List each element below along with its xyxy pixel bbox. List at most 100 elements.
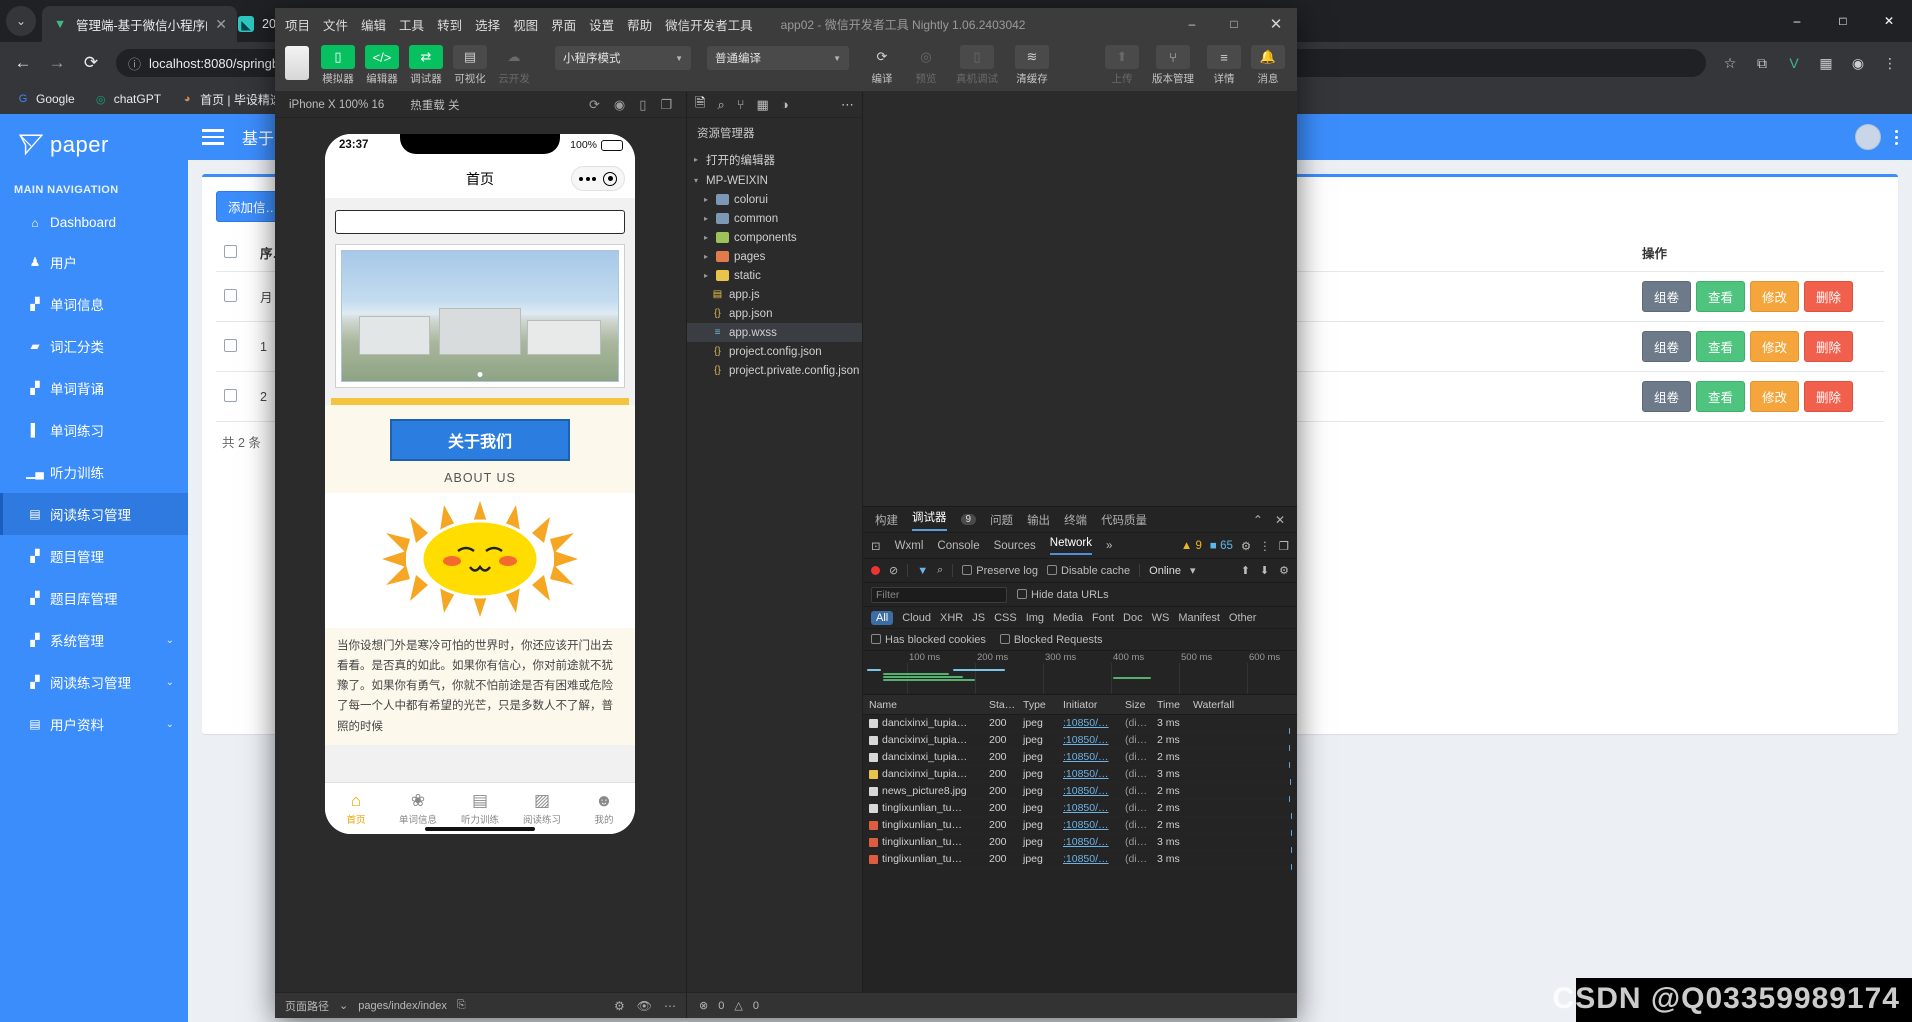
disable-cache-toggle[interactable]: Disable cache [1047, 564, 1130, 577]
row-4-initiator[interactable]: :10850/… [1063, 785, 1125, 797]
files-icon[interactable]: 🗎 [695, 94, 705, 116]
type-filter-media[interactable]: Media [1053, 612, 1083, 624]
tabbar-item-listening[interactable]: ▤ 听力训练 [449, 792, 511, 826]
row-checkbox[interactable] [224, 338, 237, 352]
tree-folder-colorui[interactable]: ▸ colorui [687, 190, 862, 209]
row-2-action-view[interactable]: 查看 [1696, 381, 1746, 412]
tree-root-mp-weixin[interactable]: ▾ MP-WEIXIN [687, 171, 862, 190]
menu-view[interactable]: 视图 [513, 15, 538, 34]
export-icon[interactable]: ⬇ [1260, 564, 1269, 577]
row-2-action-compose[interactable]: 组卷 [1642, 381, 1692, 412]
os-maximize-button[interactable]: □ [1820, 0, 1866, 42]
record-icon[interactable]: ◉ [614, 97, 625, 113]
col-initiator[interactable]: Initiator [1063, 699, 1125, 711]
network-row[interactable]: dancixinxi_tupia… 200 jpeg :10850/… (di…… [863, 749, 1297, 768]
grid-icon[interactable]: ▦ [757, 97, 769, 113]
os-minimize-button[interactable]: – [1774, 0, 1820, 42]
network-filter-input[interactable]: Filter [871, 586, 1007, 603]
more-vertical-icon[interactable] [1895, 129, 1898, 145]
row-0-initiator[interactable]: :10850/… [1063, 717, 1125, 729]
row-7-initiator[interactable]: :10850/… [1063, 836, 1125, 848]
network-row[interactable]: tinglixunlian_tu… 200 jpeg :10850/… (di…… [863, 851, 1297, 870]
close-icon[interactable]: ✕ [1275, 513, 1285, 527]
tool-visual[interactable]: ▤ 可视化 [451, 45, 489, 86]
network-row[interactable]: dancixinxi_tupia… 200 jpeg :10850/… (di…… [863, 766, 1297, 785]
browser-tab-0[interactable]: ▼ 管理端-基于微信小程序的单词… ✕ [42, 6, 237, 42]
bookmark-homepage[interactable]: ◕ 首页 | 毕设精选 [172, 88, 289, 111]
tree-file-project-private-config[interactable]: {} project.private.config.json [687, 361, 862, 380]
tool-messages[interactable]: 🔔 消息 [1249, 45, 1287, 86]
tool-compile[interactable]: ⟳ 编译 [863, 45, 901, 86]
debugger-tab-build[interactable]: 构建 [875, 512, 898, 528]
menu-select[interactable]: 选择 [475, 15, 500, 34]
bookmark-google[interactable]: G Google [8, 88, 82, 110]
os-close-button[interactable]: ✕ [1866, 0, 1912, 42]
network-row[interactable]: tinglixunlian_tu… 200 jpeg :10850/… (di…… [863, 834, 1297, 853]
settings-icon[interactable]: ⚙ [614, 999, 625, 1013]
more-icon[interactable]: ⋯ [664, 999, 676, 1013]
rotate-icon[interactable]: ⟳ [589, 97, 600, 113]
tab-search-chevron-icon[interactable]: ⌄ [6, 6, 36, 36]
apps-grid-icon[interactable]: ▦ [1812, 49, 1840, 77]
row-1-action-compose[interactable]: 组卷 [1642, 331, 1692, 362]
row-1-action-delete[interactable]: 删除 [1804, 331, 1854, 362]
network-row[interactable]: tinglixunlian_tu… 200 jpeg :10850/… (di…… [863, 800, 1297, 819]
menu-help[interactable]: 帮助 [627, 15, 652, 34]
avatar[interactable] [1855, 124, 1881, 150]
phone-simulator[interactable]: 23:37 100% 首页 关于我们 ABOUT US 当你设想门外是寒冷可怕的… [325, 134, 635, 834]
inner-tab-wxml[interactable]: Wxml [895, 540, 924, 552]
row-1-action-view[interactable]: 查看 [1696, 331, 1746, 362]
row-0-action-view[interactable]: 查看 [1696, 281, 1746, 312]
palette-icon[interactable]: ◑ [781, 97, 789, 112]
menu-settings[interactable]: 设置 [589, 15, 614, 34]
filter-icon[interactable]: ▼ [917, 565, 928, 577]
error-count[interactable]: ■ 65 [1210, 540, 1233, 552]
status-error-icon[interactable]: ⊗ [699, 999, 708, 1012]
row-checkbox[interactable] [224, 388, 237, 402]
col-waterfall[interactable]: Waterfall [1193, 699, 1297, 711]
type-filter-other[interactable]: Other [1229, 612, 1257, 624]
search-input[interactable] [335, 210, 625, 234]
row-2-action-delete[interactable]: 删除 [1804, 381, 1854, 412]
network-row[interactable]: tinglixunlian_tu… 200 jpeg :10850/… (di…… [863, 817, 1297, 836]
reload-button[interactable]: ⟳ [76, 48, 106, 78]
tool-details[interactable]: ≡ 详情 [1205, 45, 1243, 86]
type-filter-font[interactable]: Font [1092, 612, 1114, 624]
tabbar-item-profile[interactable]: ☻ 我的 [573, 792, 635, 826]
network-row[interactable]: dancixinxi_tupia… 200 jpeg :10850/… (di…… [863, 715, 1297, 734]
type-filter-js[interactable]: JS [972, 612, 985, 624]
capsule-close-icon[interactable] [603, 171, 617, 186]
tool-simulator[interactable]: ▯ 模拟器 [319, 45, 357, 86]
menu-tools[interactable]: 工具 [399, 15, 424, 34]
row-8-initiator[interactable]: :10850/… [1063, 853, 1125, 865]
devtools-maximize-button[interactable]: □ [1213, 8, 1255, 40]
row-3-initiator[interactable]: :10850/… [1063, 768, 1125, 780]
sidebar-item-dashboard[interactable]: ⌂ Dashboard [0, 204, 188, 241]
device-select[interactable]: iPhone X 100% 16 [289, 99, 384, 111]
browser-tab-0-close-icon[interactable]: ✕ [215, 16, 227, 33]
sidebar-item-user-profile[interactable]: ▤ 用户资料 ⌄ [0, 703, 188, 745]
tool-clear-cache[interactable]: ≋ 清缓存 [1009, 45, 1055, 86]
tabbar-item-reading[interactable]: ▨ 阅读练习 [511, 792, 573, 826]
col-size[interactable]: Size [1125, 699, 1157, 711]
tool-version-mgmt[interactable]: ⑂ 版本管理 [1147, 45, 1199, 86]
row-checkbox[interactable] [224, 288, 237, 302]
inspect-icon[interactable]: ⊡ [871, 539, 881, 553]
tree-folder-pages[interactable]: ▸ pages [687, 247, 862, 266]
import-icon[interactable]: ⬆ [1241, 564, 1250, 577]
row-0-action-delete[interactable]: 删除 [1804, 281, 1854, 312]
blocked-requests-toggle[interactable]: Blocked Requests [999, 633, 1103, 646]
debugger-tab-issues[interactable]: 问题 [990, 512, 1013, 528]
device-icon[interactable]: ▯ [639, 97, 646, 113]
record-icon[interactable] [871, 566, 880, 575]
capsule-menu-icon[interactable] [579, 176, 596, 181]
sidebar-toggle-hamburger-icon[interactable] [202, 129, 224, 145]
menu-interface[interactable]: 界面 [551, 15, 576, 34]
network-row[interactable]: dancixinxi_tupia… 200 jpeg :10850/… (di…… [863, 732, 1297, 751]
swiper-dot[interactable] [477, 372, 483, 377]
sidebar-item-reading-practice-mgmt[interactable]: ▤ 阅读练习管理 [0, 493, 188, 535]
tree-file-app-json[interactable]: {} app.json [687, 304, 862, 323]
chevron-down-icon[interactable]: ▾ [1190, 564, 1196, 577]
row-2-action-edit[interactable]: 修改 [1750, 381, 1800, 412]
tabbar-item-word-info[interactable]: ❀ 单词信息 [387, 792, 449, 826]
